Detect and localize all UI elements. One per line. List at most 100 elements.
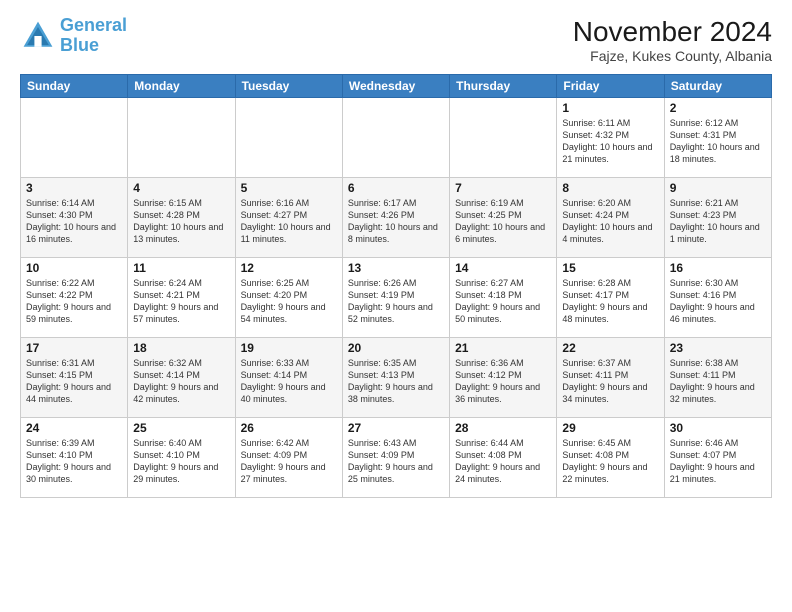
- day-info: Sunrise: 6:24 AM Sunset: 4:21 PM Dayligh…: [133, 277, 229, 326]
- day-info: Sunrise: 6:27 AM Sunset: 4:18 PM Dayligh…: [455, 277, 551, 326]
- header-saturday: Saturday: [664, 75, 771, 98]
- day-info: Sunrise: 6:30 AM Sunset: 4:16 PM Dayligh…: [670, 277, 766, 326]
- day-number: 7: [455, 181, 551, 195]
- day-number: 11: [133, 261, 229, 275]
- day-number: 2: [670, 101, 766, 115]
- logo-line2: Blue: [60, 35, 99, 55]
- day-number: 10: [26, 261, 122, 275]
- day-number: 17: [26, 341, 122, 355]
- day-info: Sunrise: 6:37 AM Sunset: 4:11 PM Dayligh…: [562, 357, 658, 406]
- day-number: 1: [562, 101, 658, 115]
- day-number: 5: [241, 181, 337, 195]
- calendar-header: Sunday Monday Tuesday Wednesday Thursday…: [21, 75, 772, 98]
- calendar-cell: 5 Sunrise: 6:16 AM Sunset: 4:27 PM Daylig…: [235, 178, 342, 258]
- day-info: Sunrise: 6:28 AM Sunset: 4:17 PM Dayligh…: [562, 277, 658, 326]
- calendar-cell: 9 Sunrise: 6:21 AM Sunset: 4:23 PM Daylig…: [664, 178, 771, 258]
- day-number: 29: [562, 421, 658, 435]
- calendar-cell: 13 Sunrise: 6:26 AM Sunset: 4:19 PM Dayli…: [342, 258, 449, 338]
- calendar-cell: 19 Sunrise: 6:33 AM Sunset: 4:14 PM Dayli…: [235, 338, 342, 418]
- calendar-cell: 21 Sunrise: 6:36 AM Sunset: 4:12 PM Dayli…: [450, 338, 557, 418]
- location-subtitle: Fajze, Kukes County, Albania: [573, 48, 772, 64]
- day-number: 19: [241, 341, 337, 355]
- day-number: 3: [26, 181, 122, 195]
- day-number: 8: [562, 181, 658, 195]
- header-row: Sunday Monday Tuesday Wednesday Thursday…: [21, 75, 772, 98]
- calendar-cell: 10 Sunrise: 6:22 AM Sunset: 4:22 PM Dayli…: [21, 258, 128, 338]
- day-info: Sunrise: 6:14 AM Sunset: 4:30 PM Dayligh…: [26, 197, 122, 246]
- day-number: 4: [133, 181, 229, 195]
- calendar-cell: 24Sunrise: 6:39 AM Sunset: 4:10 PM Dayli…: [21, 418, 128, 498]
- calendar-cell: 27 Sunrise: 6:43 AM Sunset: 4:09 PM Dayli…: [342, 418, 449, 498]
- calendar-cell: 17 Sunrise: 6:31 AM Sunset: 4:15 PM Dayli…: [21, 338, 128, 418]
- day-number: 21: [455, 341, 551, 355]
- day-info: Sunrise: 6:38 AM Sunset: 4:11 PM Dayligh…: [670, 357, 766, 406]
- header: General Blue November 2024 Fajze, Kukes …: [20, 16, 772, 64]
- calendar-cell: 7 Sunrise: 6:19 AM Sunset: 4:25 PM Daylig…: [450, 178, 557, 258]
- header-monday: Monday: [128, 75, 235, 98]
- day-number: 9: [670, 181, 766, 195]
- calendar-cell: [450, 98, 557, 178]
- calendar-week-3: 17 Sunrise: 6:31 AM Sunset: 4:15 PM Dayli…: [21, 338, 772, 418]
- header-tuesday: Tuesday: [235, 75, 342, 98]
- day-number: 27: [348, 421, 444, 435]
- day-info: Sunrise: 6:31 AM Sunset: 4:15 PM Dayligh…: [26, 357, 122, 406]
- calendar-cell: 15 Sunrise: 6:28 AM Sunset: 4:17 PM Dayli…: [557, 258, 664, 338]
- calendar-cell: [235, 98, 342, 178]
- day-number: 18: [133, 341, 229, 355]
- day-info: Sunrise: 6:26 AM Sunset: 4:19 PM Dayligh…: [348, 277, 444, 326]
- day-number: 25: [133, 421, 229, 435]
- calendar-cell: 28Sunrise: 6:44 AM Sunset: 4:08 PM Dayli…: [450, 418, 557, 498]
- logo-icon: [20, 18, 56, 54]
- day-info: Sunrise: 6:45 AM Sunset: 4:08 PM Dayligh…: [562, 437, 658, 486]
- day-info: Sunrise: 6:21 AM Sunset: 4:23 PM Dayligh…: [670, 197, 766, 246]
- calendar-cell: 18 Sunrise: 6:32 AM Sunset: 4:14 PM Dayli…: [128, 338, 235, 418]
- day-info: Sunrise: 6:33 AM Sunset: 4:14 PM Dayligh…: [241, 357, 337, 406]
- logo-line1: General: [60, 15, 127, 35]
- calendar-cell: 22Sunrise: 6:37 AM Sunset: 4:11 PM Dayli…: [557, 338, 664, 418]
- month-title: November 2024: [573, 16, 772, 48]
- header-sunday: Sunday: [21, 75, 128, 98]
- day-info: Sunrise: 6:40 AM Sunset: 4:10 PM Dayligh…: [133, 437, 229, 486]
- day-info: Sunrise: 6:46 AM Sunset: 4:07 PM Dayligh…: [670, 437, 766, 486]
- calendar-cell: 25 Sunrise: 6:40 AM Sunset: 4:10 PM Dayli…: [128, 418, 235, 498]
- day-number: 13: [348, 261, 444, 275]
- day-number: 24: [26, 421, 122, 435]
- day-number: 6: [348, 181, 444, 195]
- day-info: Sunrise: 6:36 AM Sunset: 4:12 PM Dayligh…: [455, 357, 551, 406]
- day-info: Sunrise: 6:22 AM Sunset: 4:22 PM Dayligh…: [26, 277, 122, 326]
- calendar-cell: 8 Sunrise: 6:20 AM Sunset: 4:24 PM Daylig…: [557, 178, 664, 258]
- page: General Blue November 2024 Fajze, Kukes …: [0, 0, 792, 612]
- day-info: Sunrise: 6:19 AM Sunset: 4:25 PM Dayligh…: [455, 197, 551, 246]
- day-info: Sunrise: 6:25 AM Sunset: 4:20 PM Dayligh…: [241, 277, 337, 326]
- logo: General Blue: [20, 16, 127, 56]
- calendar-week-2: 10 Sunrise: 6:22 AM Sunset: 4:22 PM Dayli…: [21, 258, 772, 338]
- day-info: Sunrise: 6:11 AM Sunset: 4:32 PM Dayligh…: [562, 117, 658, 166]
- day-number: 12: [241, 261, 337, 275]
- day-info: Sunrise: 6:35 AM Sunset: 4:13 PM Dayligh…: [348, 357, 444, 406]
- calendar-cell: 3 Sunrise: 6:14 AM Sunset: 4:30 PM Daylig…: [21, 178, 128, 258]
- day-info: Sunrise: 6:32 AM Sunset: 4:14 PM Dayligh…: [133, 357, 229, 406]
- calendar-cell: 20 Sunrise: 6:35 AM Sunset: 4:13 PM Dayli…: [342, 338, 449, 418]
- calendar-cell: [342, 98, 449, 178]
- day-info: Sunrise: 6:16 AM Sunset: 4:27 PM Dayligh…: [241, 197, 337, 246]
- day-number: 30: [670, 421, 766, 435]
- calendar-cell: [21, 98, 128, 178]
- day-number: 15: [562, 261, 658, 275]
- calendar-table: Sunday Monday Tuesday Wednesday Thursday…: [20, 74, 772, 498]
- day-number: 16: [670, 261, 766, 275]
- logo-text: General Blue: [60, 16, 127, 56]
- day-number: 26: [241, 421, 337, 435]
- header-thursday: Thursday: [450, 75, 557, 98]
- title-area: November 2024 Fajze, Kukes County, Alban…: [573, 16, 772, 64]
- calendar-cell: 6 Sunrise: 6:17 AM Sunset: 4:26 PM Daylig…: [342, 178, 449, 258]
- day-number: 14: [455, 261, 551, 275]
- calendar-cell: 29 Sunrise: 6:45 AM Sunset: 4:08 PM Dayli…: [557, 418, 664, 498]
- calendar-cell: 1 Sunrise: 6:11 AM Sunset: 4:32 PM Daylig…: [557, 98, 664, 178]
- day-info: Sunrise: 6:43 AM Sunset: 4:09 PM Dayligh…: [348, 437, 444, 486]
- day-number: 20: [348, 341, 444, 355]
- header-wednesday: Wednesday: [342, 75, 449, 98]
- day-info: Sunrise: 6:17 AM Sunset: 4:26 PM Dayligh…: [348, 197, 444, 246]
- calendar-cell: 23Sunrise: 6:38 AM Sunset: 4:11 PM Dayli…: [664, 338, 771, 418]
- calendar-cell: 2Sunrise: 6:12 AM Sunset: 4:31 PM Daylig…: [664, 98, 771, 178]
- day-info: Sunrise: 6:20 AM Sunset: 4:24 PM Dayligh…: [562, 197, 658, 246]
